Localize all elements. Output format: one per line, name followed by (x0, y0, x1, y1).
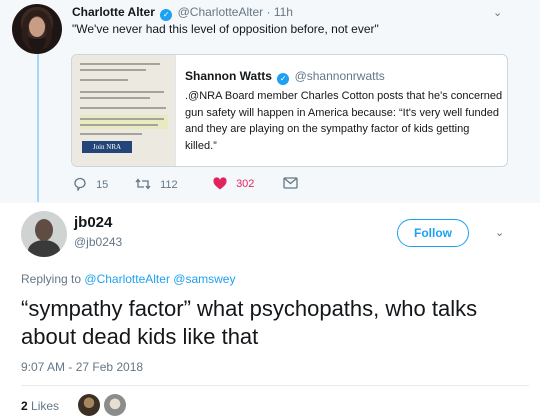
heart-icon (213, 177, 227, 190)
retweet-icon (135, 178, 151, 190)
parent-tweet[interactable]: Charlotte Alter ✓ @CharlotteAlter · 11h … (0, 0, 540, 203)
like-button[interactable]: 302 (213, 177, 254, 190)
thread-connector-line (37, 54, 39, 202)
direct-message-icon (283, 177, 298, 189)
quoted-author-name[interactable]: Shannon Watts (185, 69, 272, 83)
divider (21, 385, 529, 386)
follow-button[interactable]: Follow (397, 219, 469, 247)
tweet-timestamp[interactable]: 9:07 AM - 27 Feb 2018 (21, 360, 143, 374)
chevron-down-icon[interactable]: ⌄ (493, 6, 502, 19)
likes-count: 2 (21, 399, 28, 413)
liker-avatar[interactable] (78, 394, 100, 416)
parent-author-handle[interactable]: @CharlotteAlter (178, 5, 264, 19)
retweet-count: 112 (160, 179, 178, 191)
replying-to: Replying to @CharlotteAlter @samswey (21, 272, 235, 286)
parent-tweet-text: "We've never had this level of oppositio… (72, 22, 379, 36)
reply-icon (74, 177, 86, 193)
likes-stat[interactable]: 2 Likes (21, 399, 59, 413)
author-handle[interactable]: @jb0243 (74, 235, 122, 249)
likes-label: Likes (31, 399, 60, 413)
parent-tweet-header: Charlotte Alter ✓ @CharlotteAlter · 11h (72, 5, 293, 21)
reply-count: 15 (96, 179, 109, 191)
like-count: 302 (236, 178, 255, 190)
quoted-author-handle[interactable]: @shannonrwatts (295, 69, 385, 83)
quoted-tweet-text: .@NRA Board member Charles Cotton posts … (185, 90, 503, 152)
replying-to-users-link[interactable]: @CharlotteAlter @samswey (84, 272, 235, 286)
replying-to-prefix: Replying to (21, 272, 82, 286)
verified-badge-icon: ✓ (277, 73, 290, 85)
reply-button[interactable]: 15 (73, 177, 109, 193)
quoted-tweet-image[interactable]: Join NRA (72, 55, 176, 166)
author-name[interactable]: jb024 (74, 214, 112, 231)
parent-tweet-time[interactable]: · 11h (266, 5, 292, 19)
nra-logo: Join NRA (82, 141, 132, 153)
chevron-down-icon[interactable]: ⌄ (495, 226, 504, 239)
liker-avatar[interactable] (104, 394, 126, 416)
tweet-text: “sympathy factor” what psychopaths, who … (21, 296, 478, 349)
verified-badge-icon: ✓ (160, 9, 173, 21)
direct-message-button[interactable] (283, 177, 298, 189)
retweet-button[interactable]: 112 (135, 177, 178, 191)
author-avatar[interactable] (21, 211, 67, 257)
parent-author-name[interactable]: Charlotte Alter (72, 5, 155, 19)
parent-author-avatar[interactable] (12, 4, 62, 54)
quoted-tweet-header: Shannon Watts ✓ @shannonrwatts (185, 69, 385, 85)
quoted-tweet-card[interactable]: Join NRA Shannon Watts ✓ @shannonrwatts … (71, 54, 508, 167)
